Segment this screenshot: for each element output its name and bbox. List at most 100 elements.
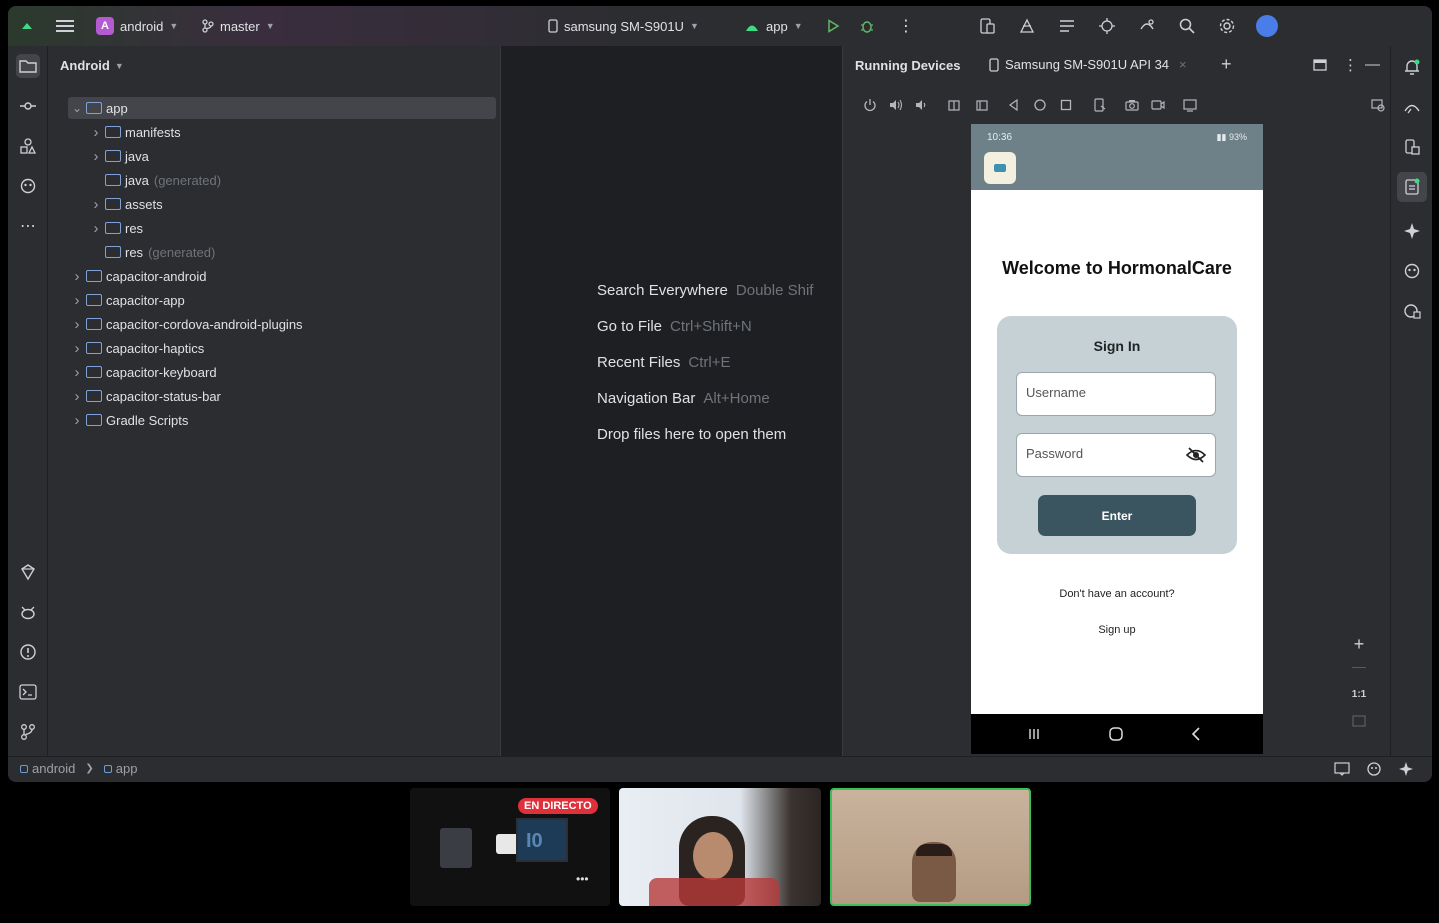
eye-off-icon[interactable] <box>1186 447 1206 463</box>
sparkle-ai-icon[interactable] <box>1403 222 1421 240</box>
minimize-icon[interactable]: — <box>1365 56 1380 73</box>
rotate-right-icon[interactable] <box>975 98 989 112</box>
emulator-icon[interactable] <box>1403 302 1421 320</box>
project-folder-icon[interactable] <box>16 54 40 78</box>
signup-link[interactable]: Sign up <box>971 624 1263 636</box>
run-config-selector[interactable]: app ▼ <box>744 6 803 46</box>
gemini-assistant-icon[interactable] <box>1403 98 1421 116</box>
device-options-icon[interactable] <box>1371 98 1385 112</box>
sdk-manager-icon[interactable] <box>1018 6 1036 46</box>
device-manager-side-icon[interactable] <box>1403 138 1421 156</box>
logcat-icon[interactable] <box>16 600 40 624</box>
chevron-right-icon[interactable]: › <box>70 388 84 405</box>
more-options-icon[interactable]: ••• <box>576 872 589 886</box>
running-devices-side-button[interactable] <box>1397 172 1427 202</box>
search-icon[interactable] <box>1178 6 1196 46</box>
tree-item[interactable]: › capacitor-android <box>48 265 478 287</box>
resource-manager-icon[interactable] <box>16 134 40 158</box>
project-view-selector[interactable]: Android ▼ <box>60 58 124 73</box>
tree-item[interactable]: res (generated) <box>48 241 478 263</box>
video-tile-participant-1[interactable] <box>619 788 821 906</box>
chevron-right-icon[interactable]: › <box>89 220 103 237</box>
sparkle-status-icon[interactable] <box>1398 761 1414 777</box>
app-inspection-icon[interactable] <box>1098 6 1116 46</box>
screenshot-icon[interactable] <box>1125 98 1139 112</box>
tree-item[interactable]: › java <box>48 145 478 167</box>
debug-button[interactable] <box>860 6 874 46</box>
vcs-branch-widget[interactable]: master ▼ <box>202 6 275 46</box>
tree-item[interactable]: › capacitor-haptics <box>48 337 478 359</box>
project-widget[interactable]: A android ▼ <box>96 6 178 46</box>
version-control-icon[interactable] <box>16 720 40 744</box>
back-button-icon[interactable] <box>1191 727 1201 741</box>
notifications-bell-icon[interactable] <box>1403 58 1421 76</box>
video-tile-participant-2-active[interactable] <box>830 788 1031 906</box>
device-manager-icon[interactable] <box>978 6 996 46</box>
volume-up-icon[interactable] <box>889 98 903 112</box>
video-tile-screen-share[interactable]: I0 EN DIRECTO ••• <box>410 788 610 906</box>
notification-panel-icon[interactable] <box>1334 762 1350 776</box>
run-button[interactable] <box>826 6 840 46</box>
tree-item[interactable]: › capacitor-status-bar <box>48 385 478 407</box>
tree-item[interactable]: › assets <box>48 193 478 215</box>
tree-item[interactable]: › Gradle Scripts <box>48 409 478 431</box>
chevron-right-icon[interactable]: › <box>89 124 103 141</box>
tree-item[interactable]: › manifests <box>48 121 478 143</box>
close-tab-icon[interactable]: × <box>1179 57 1187 72</box>
android-robot-icon[interactable] <box>1403 262 1421 280</box>
back-icon[interactable] <box>1007 98 1021 112</box>
options-menu-icon[interactable]: ⋮ <box>1343 56 1358 74</box>
chevron-right-icon[interactable]: › <box>70 412 84 429</box>
home-button-icon[interactable] <box>1108 727 1124 741</box>
more-actions-icon[interactable]: ⋮ <box>898 6 914 46</box>
power-icon[interactable] <box>863 98 877 112</box>
screen-record-icon[interactable] <box>1151 98 1165 112</box>
tree-item[interactable]: java (generated) <box>48 169 478 191</box>
enter-button[interactable]: Enter <box>1038 495 1196 536</box>
phone-screen[interactable]: 10:36 ▮▮ 93% Welcome to HormonalCare Sig… <box>971 124 1263 754</box>
volume-down-icon[interactable] <box>915 98 929 112</box>
chevron-down-icon[interactable]: ⌄ <box>70 101 84 115</box>
add-device-icon[interactable]: + <box>1221 54 1232 75</box>
problems-icon[interactable] <box>16 640 40 664</box>
main-menu-icon[interactable] <box>56 6 74 46</box>
chevron-right-icon[interactable]: › <box>70 364 84 381</box>
password-field[interactable] <box>1016 433 1216 477</box>
zoom-actual-size[interactable]: 1:1 <box>1346 689 1372 700</box>
rotate-left-icon[interactable] <box>947 98 961 112</box>
zoom-in-icon[interactable]: + <box>1352 634 1366 655</box>
device-selector[interactable]: samsung SM-S901U ▼ <box>548 6 699 46</box>
username-input[interactable] <box>1026 385 1176 400</box>
android-status-icon[interactable] <box>1366 761 1382 777</box>
commit-icon[interactable] <box>16 94 40 118</box>
gemini-icon[interactable] <box>1138 6 1156 46</box>
display-settings-icon[interactable] <box>1183 98 1197 112</box>
chevron-right-icon[interactable]: › <box>70 316 84 333</box>
password-input[interactable] <box>1026 446 1176 461</box>
tree-item[interactable]: › capacitor-cordova-android-plugins <box>48 313 478 335</box>
terminal-icon[interactable] <box>16 680 40 704</box>
home-icon[interactable] <box>1033 98 1047 112</box>
zoom-fit-icon[interactable] <box>1352 714 1366 728</box>
chevron-right-icon[interactable]: › <box>89 196 103 213</box>
zoom-out-icon[interactable]: — <box>1352 658 1366 674</box>
breadcrumb-item[interactable]: app <box>116 761 138 776</box>
device-tab[interactable]: Samsung SM-S901U API 34 × <box>989 57 1187 72</box>
account-avatar[interactable] <box>1256 6 1278 46</box>
chevron-right-icon[interactable]: › <box>89 148 103 165</box>
overview-icon[interactable] <box>1059 98 1073 112</box>
recents-icon[interactable] <box>1027 727 1041 741</box>
tree-item[interactable]: › capacitor-app <box>48 289 478 311</box>
settings-gear-icon[interactable] <box>1218 6 1236 46</box>
device-explorer-icon[interactable] <box>16 174 40 198</box>
build-variants-icon[interactable] <box>1058 6 1076 46</box>
chevron-right-icon[interactable]: › <box>70 292 84 309</box>
breadcrumb-item[interactable]: android <box>32 761 75 776</box>
tree-item[interactable]: › capacitor-keyboard <box>48 361 478 383</box>
gradle-icon[interactable] <box>16 560 40 584</box>
fold-device-icon[interactable] <box>1093 98 1107 112</box>
username-field[interactable] <box>1016 372 1216 416</box>
tree-item[interactable]: › res <box>48 217 478 239</box>
window-layout-icon[interactable] <box>1313 59 1327 71</box>
more-tools-icon[interactable]: ⋯ <box>16 214 40 238</box>
